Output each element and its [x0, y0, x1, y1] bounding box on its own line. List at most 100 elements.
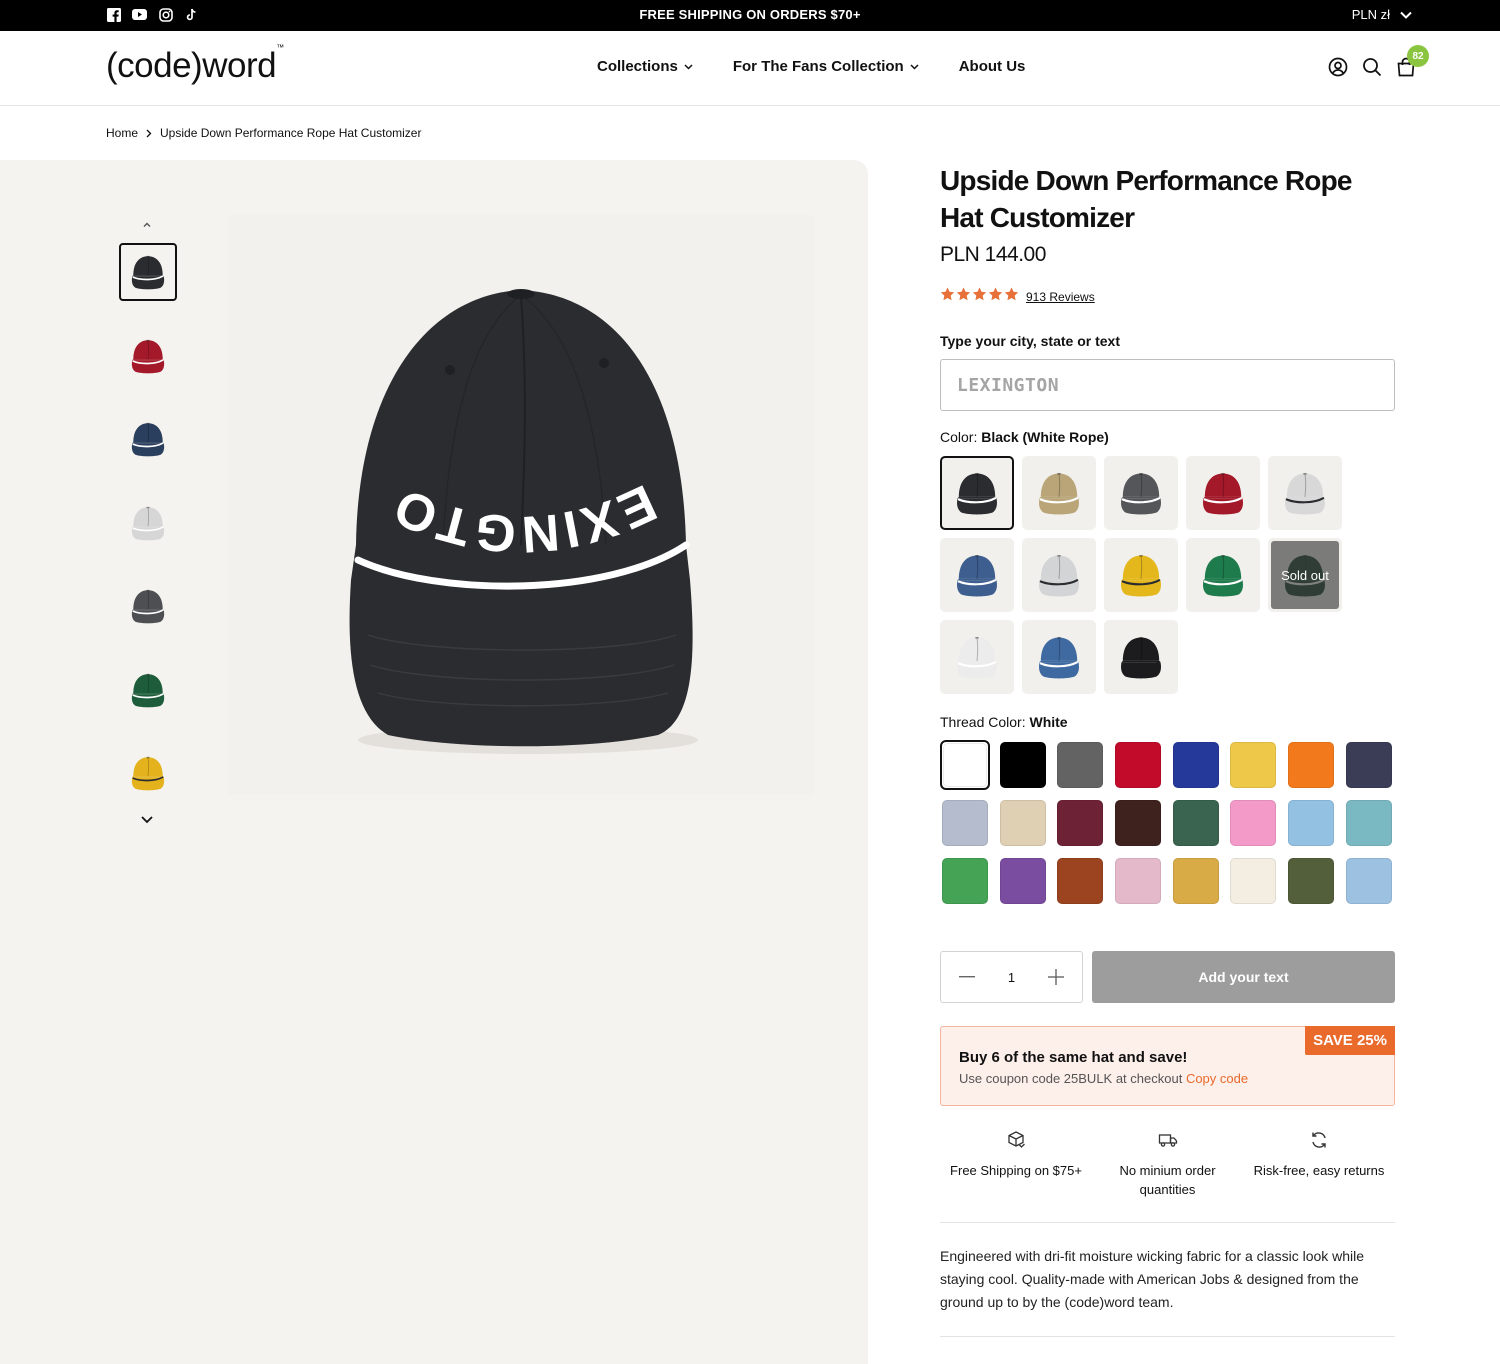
hat-color-swatch[interactable] — [940, 456, 1014, 530]
thread-color-swatch[interactable] — [1228, 798, 1278, 848]
hat-color-swatch[interactable] — [1104, 456, 1178, 530]
breadcrumb-current: Upside Down Performance Rope Hat Customi… — [160, 126, 422, 140]
gallery-thumbnail[interactable] — [119, 744, 177, 802]
thread-label-prefix: Thread Color: — [940, 714, 1026, 730]
currency-selector[interactable]: PLN zł — [1352, 7, 1412, 22]
hat-color-swatch[interactable] — [1022, 620, 1096, 694]
thread-color-chip — [943, 743, 987, 787]
thread-color-chip — [1172, 858, 1219, 904]
announcement-bar: FREE SHIPPING ON ORDERS $70+ PLN zł — [0, 0, 1500, 31]
quantity-stepper: 1 — [940, 951, 1083, 1003]
thread-color-swatch[interactable] — [940, 798, 990, 848]
feature-text: Free Shipping on $75+ — [950, 1163, 1082, 1178]
gallery-thumbnail[interactable] — [119, 410, 177, 468]
thread-selected-value: White — [1029, 714, 1068, 730]
thread-color-swatch[interactable] — [1228, 740, 1278, 790]
gallery-thumbnail[interactable] — [119, 577, 177, 635]
thread-color-swatch[interactable] — [1113, 856, 1163, 906]
chevron-down-icon — [684, 63, 693, 70]
nav-collections[interactable]: Collections — [597, 58, 693, 75]
thread-color-chip — [1230, 858, 1277, 904]
hat-color-swatch[interactable] — [1022, 538, 1096, 612]
cart-count-badge: 82 — [1407, 45, 1429, 67]
thread-color-swatch[interactable] — [1286, 798, 1336, 848]
hat-color-swatch[interactable] — [940, 620, 1014, 694]
thread-color-swatch[interactable] — [1113, 798, 1163, 848]
gallery-thumbnail[interactable] — [119, 494, 177, 552]
main-product-image[interactable]: LEXINGTON — [228, 215, 834, 795]
thread-color-chip — [1115, 800, 1162, 846]
thread-color-swatch[interactable] — [940, 856, 990, 906]
thread-color-chip — [1057, 800, 1104, 846]
quantity-value[interactable]: 1 — [1008, 970, 1015, 985]
thread-color-swatch[interactable] — [1286, 740, 1336, 790]
star-icon — [1004, 287, 1019, 306]
account-icon[interactable] — [1328, 57, 1348, 77]
chevron-down-icon[interactable] — [139, 813, 155, 825]
thread-color-swatch[interactable] — [1055, 740, 1105, 790]
thread-color-swatch[interactable] — [1055, 798, 1105, 848]
rating-stars — [940, 287, 1019, 306]
product-price: PLN 144.00 — [940, 243, 1046, 266]
thread-color-swatch[interactable] — [940, 740, 990, 790]
chevron-down-icon — [1400, 7, 1412, 22]
cart-icon[interactable]: 82 — [1396, 45, 1429, 77]
chevron-up-icon[interactable] — [139, 218, 155, 230]
minus-icon[interactable] — [959, 969, 975, 985]
nav-fans-collection[interactable]: For The Fans Collection — [733, 58, 919, 75]
gallery-thumbnail[interactable] — [119, 243, 177, 301]
hat-color-swatch[interactable]: Sold out — [1268, 538, 1342, 612]
thread-color-swatch[interactable] — [1171, 798, 1221, 848]
thread-color-swatch[interactable] — [1344, 798, 1394, 848]
thumbnail-list — [119, 243, 177, 828]
thread-color-chip — [1230, 800, 1277, 846]
copy-code-link[interactable]: Copy code — [1186, 1071, 1248, 1086]
breadcrumb-home[interactable]: Home — [106, 126, 138, 140]
product-info: Upside Down Performance Rope Hat Customi… — [940, 160, 1395, 1337]
thread-color-chip — [942, 800, 988, 846]
thread-color-swatch[interactable] — [998, 856, 1048, 906]
hat-color-swatch[interactable] — [1022, 456, 1096, 530]
hat-color-swatch[interactable] — [940, 538, 1014, 612]
gallery-thumbnail[interactable] — [119, 327, 177, 385]
thread-color-swatch[interactable] — [1113, 740, 1163, 790]
add-your-text-button[interactable]: Add your text — [1092, 951, 1395, 1003]
custom-text-input[interactable] — [940, 359, 1395, 411]
thread-color-swatch[interactable] — [1171, 740, 1221, 790]
feature-returns: Risk-free, easy returns — [1249, 1130, 1389, 1199]
refresh-icon — [1309, 1130, 1329, 1150]
logo-text: (code)word — [106, 46, 277, 85]
reviews-link[interactable]: 913 Reviews — [1026, 290, 1095, 304]
truck-icon — [1158, 1130, 1178, 1150]
thread-color-swatch[interactable] — [1286, 856, 1336, 906]
thread-color-chip — [1345, 800, 1392, 846]
site-logo[interactable]: (code)word™ — [106, 43, 284, 86]
hat-color-options: Sold out — [940, 456, 1395, 694]
thread-color-chip — [1115, 742, 1162, 788]
thread-color-chip — [1172, 742, 1219, 788]
thread-color-chip — [1172, 800, 1219, 846]
plus-icon[interactable] — [1047, 969, 1064, 985]
star-icon — [988, 287, 1003, 306]
thread-color-swatch[interactable] — [998, 798, 1048, 848]
thread-color-chip — [1230, 742, 1277, 788]
custom-text-label: Type your city, state or text — [940, 333, 1120, 349]
nav-about-us[interactable]: About Us — [959, 58, 1026, 75]
hat-color-swatch[interactable] — [1268, 456, 1342, 530]
feature-no-minimum: No minium order quantities — [1098, 1130, 1238, 1199]
feature-text: No minium order quantities — [1119, 1163, 1216, 1197]
thread-color-swatch[interactable] — [1055, 856, 1105, 906]
thread-color-swatch[interactable] — [1228, 856, 1278, 906]
thread-color-swatch[interactable] — [998, 740, 1048, 790]
search-icon[interactable] — [1362, 57, 1382, 77]
hat-color-swatch[interactable] — [1186, 456, 1260, 530]
hat-color-swatch[interactable] — [1104, 620, 1178, 694]
thread-color-swatch[interactable] — [1344, 856, 1394, 906]
hat-color-swatch[interactable] — [1104, 538, 1178, 612]
thread-color-swatch[interactable] — [1171, 856, 1221, 906]
sold-out-overlay: Sold out — [1271, 541, 1339, 609]
gallery-thumbnail[interactable] — [119, 661, 177, 719]
hat-color-swatch[interactable] — [1186, 538, 1260, 612]
thread-color-swatch[interactable] — [1344, 740, 1394, 790]
divider — [940, 1222, 1395, 1223]
